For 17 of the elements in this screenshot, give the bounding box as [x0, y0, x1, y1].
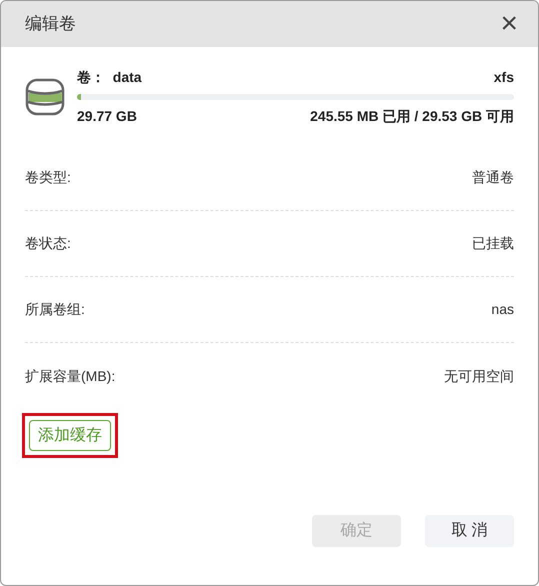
window-title: 编辑卷 — [25, 13, 76, 36]
total-size: 29.77 GB — [77, 107, 137, 126]
field-value: 无可用空间 — [444, 366, 514, 386]
volume-name: 卷： data — [77, 68, 142, 87]
field-label: 所属卷组: — [25, 300, 85, 319]
filesystem-type: xfs — [494, 68, 514, 87]
field-value: nas — [491, 300, 514, 319]
add-cache-button[interactable]: 添加缓存 — [29, 420, 111, 451]
close-button[interactable]: × — [500, 9, 518, 39]
database-icon — [25, 77, 65, 117]
field-label: 扩展容量(MB): — [25, 366, 116, 386]
usage-text: 245.55 MB 已用 / 29.53 GB 可用 — [310, 107, 514, 126]
field-label: 卷类型: — [25, 168, 71, 187]
field-value: 普通卷 — [472, 168, 514, 187]
field-value: 已挂载 — [472, 234, 514, 253]
field-label: 卷状态: — [25, 234, 71, 253]
cancel-button[interactable]: 取 消 — [425, 515, 514, 547]
